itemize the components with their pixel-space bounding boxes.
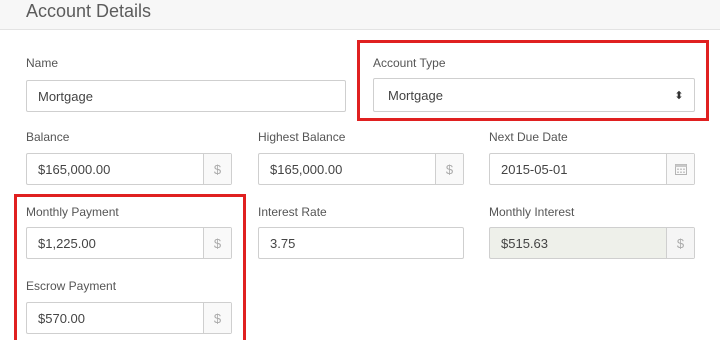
escrow-payment-value: $570.00 <box>38 310 85 326</box>
dollar-icon: $ <box>666 228 694 258</box>
name-label: Name <box>26 56 59 70</box>
escrow-payment-field[interactable]: $570.00 $ <box>26 302 232 334</box>
select-arrows-icon: ⬍ <box>674 89 684 102</box>
account-type-value: Mortgage <box>388 87 443 103</box>
highest-balance-value: $165,000.00 <box>270 161 343 177</box>
monthly-payment-value: $1,225.00 <box>38 235 96 251</box>
name-value: Mortgage <box>38 88 93 104</box>
account-type-label: Account Type <box>373 56 446 70</box>
next-due-date-field[interactable]: 2015-05-01 <box>489 153 695 185</box>
interest-rate-value: 3.75 <box>270 235 296 251</box>
next-due-date-label: Next Due Date <box>489 130 568 144</box>
interest-rate-field[interactable]: 3.75 <box>258 227 464 259</box>
dollar-icon: $ <box>203 154 231 184</box>
balance-label: Balance <box>26 130 70 144</box>
page-title: Account Details <box>26 1 152 21</box>
monthly-interest-label: Monthly Interest <box>489 205 575 219</box>
highest-balance-field[interactable]: $165,000.00 $ <box>258 153 464 185</box>
panel-header: Account Details <box>0 0 720 30</box>
calendar-icon[interactable] <box>666 154 694 184</box>
dollar-icon: $ <box>435 154 463 184</box>
name-field[interactable]: Mortgage <box>26 80 346 112</box>
highest-balance-label: Highest Balance <box>258 130 346 144</box>
dollar-icon: $ <box>203 303 231 333</box>
account-type-select[interactable]: Mortgage ⬍ <box>373 78 695 112</box>
monthly-payment-field[interactable]: $1,225.00 $ <box>26 227 232 259</box>
balance-value: $165,000.00 <box>38 161 111 177</box>
interest-rate-label: Interest Rate <box>258 205 327 219</box>
monthly-payment-label: Monthly Payment <box>26 205 119 219</box>
monthly-interest-value: $515.63 <box>501 235 548 251</box>
monthly-interest-field: $515.63 $ <box>489 227 695 259</box>
balance-field[interactable]: $165,000.00 $ <box>26 153 232 185</box>
escrow-payment-label: Escrow Payment <box>26 279 117 293</box>
dollar-icon: $ <box>203 228 231 258</box>
next-due-date-value: 2015-05-01 <box>501 161 568 177</box>
